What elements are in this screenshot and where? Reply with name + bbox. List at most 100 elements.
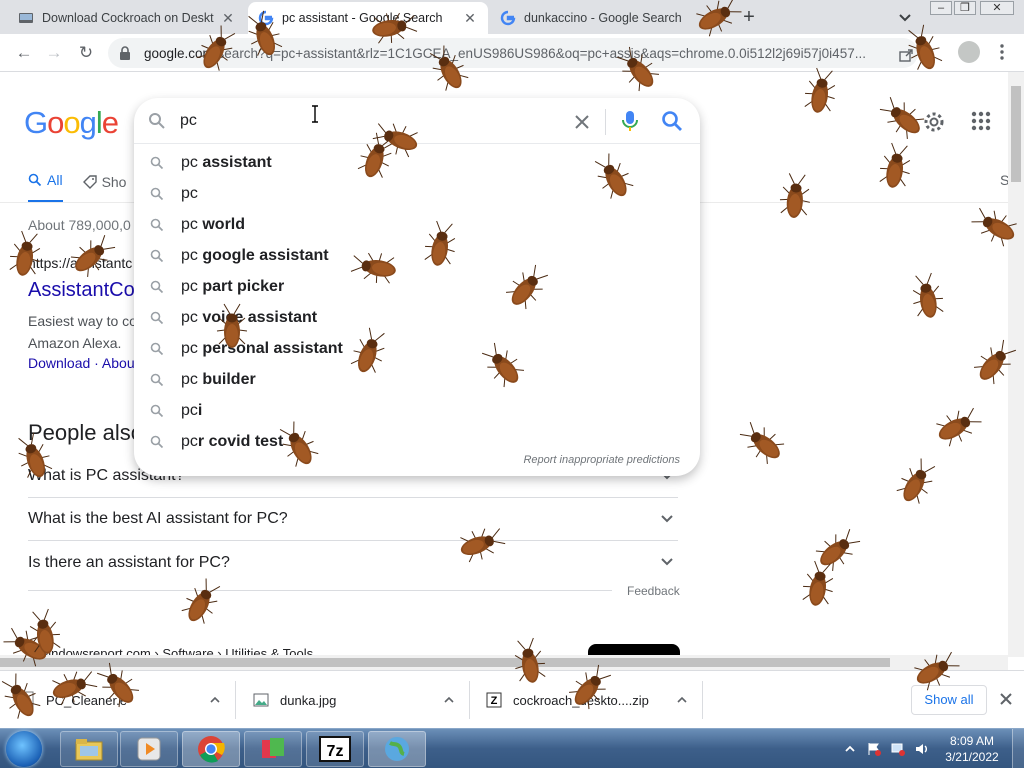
- suggestion-item[interactable]: pc i: [134, 395, 700, 426]
- show-desktop-button[interactable]: [1012, 729, 1024, 768]
- taskbar-7zip[interactable]: 7z: [306, 731, 364, 767]
- url-text: google.com/search?q=pc+assistant&rlz=1C1…: [144, 45, 866, 61]
- scrollbar-thumb[interactable]: [1011, 86, 1021, 182]
- network-icon[interactable]: [890, 741, 906, 757]
- taskbar-media-player[interactable]: [120, 731, 178, 767]
- suggestion-prefix: pc: [181, 339, 198, 357]
- suggestion-completion: part picker: [197, 277, 285, 295]
- taskbar-app[interactable]: [244, 731, 302, 767]
- microphone-icon[interactable]: [620, 109, 640, 133]
- suggestion-prefix: pc: [181, 401, 198, 419]
- suggestion-item[interactable]: pc world: [134, 209, 700, 240]
- new-tab-button[interactable]: +: [738, 6, 760, 28]
- scrollbar-thumb[interactable]: [0, 658, 890, 667]
- taskbar-chrome[interactable]: [182, 731, 240, 767]
- tab-title: dunkaccino - Google Search: [524, 11, 682, 25]
- search-icon: [150, 435, 164, 448]
- profile-avatar[interactable]: [958, 41, 980, 63]
- system-tray: [842, 733, 938, 765]
- restore-button[interactable]: ❐: [954, 1, 976, 15]
- tab-shopping[interactable]: Sho: [82, 172, 126, 203]
- close-icon[interactable]: ✕: [462, 10, 478, 27]
- suggestion-item[interactable]: pc voice assistant: [134, 302, 700, 333]
- search-input[interactable]: [180, 110, 560, 132]
- download-item[interactable]: PC_Cleaner.e: [18, 681, 236, 719]
- start-button[interactable]: [6, 731, 42, 767]
- suggestion-item[interactable]: pc personal assistant: [134, 333, 700, 364]
- feedback-link[interactable]: Feedback: [627, 584, 680, 598]
- tab-dunkaccino[interactable]: dunkaccino - Google Search: [490, 2, 730, 34]
- clear-search-button[interactable]: [570, 110, 594, 134]
- suggestion-item[interactable]: pc assistant: [134, 147, 700, 178]
- suggestion-item[interactable]: pc google assistant: [134, 240, 700, 271]
- reload-icon[interactable]: ↻: [74, 41, 98, 65]
- people-also-ask-heading: People also: [28, 420, 143, 445]
- vertical-scrollbar[interactable]: [1008, 72, 1024, 657]
- download-item[interactable]: dunka.jpg: [252, 681, 470, 719]
- globe-icon: [385, 737, 409, 761]
- svg-text:Z: Z: [491, 695, 498, 707]
- chevron-down-icon[interactable]: [896, 8, 914, 26]
- taskbar-explorer[interactable]: [60, 731, 118, 767]
- clock[interactable]: 8:09 AM 3/21/2022: [944, 733, 1000, 765]
- taskbar-cockroach-app[interactable]: [368, 731, 426, 767]
- suggestion-item[interactable]: pc builder: [134, 364, 700, 395]
- chevron-up-icon[interactable]: [209, 694, 221, 706]
- report-predictions-link[interactable]: Report inappropriate predictions: [523, 454, 680, 466]
- suggestion-item[interactable]: pc: [134, 178, 700, 209]
- window-close-button[interactable]: ✕: [980, 1, 1014, 15]
- chevron-up-icon[interactable]: [842, 741, 858, 757]
- chevron-up-icon[interactable]: [676, 694, 688, 706]
- search-icon: [150, 342, 164, 355]
- tab-pc-assistant[interactable]: pc assistant - Google Search ✕: [248, 2, 488, 34]
- suggestion-prefix: pc: [181, 215, 198, 233]
- result-url: https://assistantc: [28, 255, 133, 271]
- chevron-up-icon[interactable]: [443, 694, 455, 706]
- search-type-tabs: All Sho: [28, 172, 146, 203]
- media-player-icon: [137, 737, 161, 761]
- paa-question[interactable]: Is there an assistant for PC?: [28, 541, 678, 584]
- share-icon[interactable]: [898, 47, 914, 63]
- paa-question[interactable]: What is the best AI assistant for PC?: [28, 498, 678, 541]
- suggestion-completion: personal assistant: [197, 339, 343, 357]
- suggestion-completion: builder: [197, 370, 256, 388]
- google-g-icon: [258, 10, 274, 26]
- back-arrow-icon[interactable]: ←: [12, 41, 36, 65]
- address-bar[interactable]: google.com/search?q=pc+assistant&rlz=1C1…: [108, 38, 918, 68]
- google-logo[interactable]: Google: [24, 105, 119, 141]
- horizontal-scrollbar[interactable]: [0, 655, 1008, 670]
- speaker-icon[interactable]: [914, 741, 930, 757]
- gear-icon[interactable]: [922, 110, 946, 134]
- flag-icon[interactable]: [866, 741, 882, 757]
- search-bar: [134, 98, 700, 144]
- file-icon: [20, 691, 34, 709]
- browser-tab-icon: [18, 10, 34, 26]
- search-icon: [150, 280, 164, 293]
- suggestion-completion: world: [197, 215, 246, 233]
- search-icon: [149, 113, 165, 129]
- download-shelf: PC_Cleaner.e dunka.jpg Z cockroach_deskt…: [0, 670, 1024, 728]
- tab-tools[interactable]: S: [1000, 172, 1008, 188]
- search-icon: [150, 373, 164, 386]
- suggestion-item[interactable]: pc part picker: [134, 271, 700, 302]
- minimize-button[interactable]: –: [930, 1, 952, 15]
- divider: [28, 590, 612, 591]
- search-icon[interactable]: [660, 109, 684, 133]
- suggestion-prefix: pc: [181, 308, 198, 326]
- result-sitelinks[interactable]: Download · Abou: [28, 355, 135, 371]
- suggestion-item[interactable]: pc r covid test: [134, 426, 700, 457]
- forward-arrow-icon[interactable]: →: [42, 41, 66, 65]
- tab-all[interactable]: All: [28, 172, 63, 203]
- app-icon: [262, 738, 284, 758]
- apps-grid-icon[interactable]: [970, 110, 992, 132]
- close-icon[interactable]: [998, 691, 1014, 707]
- download-item[interactable]: Z cockroach_deskto....zip: [485, 681, 703, 719]
- search-icon: [150, 404, 164, 417]
- suggestion-completion: r covid test: [197, 432, 284, 450]
- close-icon[interactable]: ✕: [220, 10, 236, 27]
- tab-title: Download Cockroach on Desktop: [42, 11, 214, 25]
- show-all-button[interactable]: Show all: [911, 685, 987, 715]
- result-title-link[interactable]: AssistantCo: [28, 279, 135, 302]
- kebab-menu-icon[interactable]: [994, 42, 1010, 62]
- tab-download-cockroach[interactable]: Download Cockroach on Desktop ✕: [8, 2, 246, 34]
